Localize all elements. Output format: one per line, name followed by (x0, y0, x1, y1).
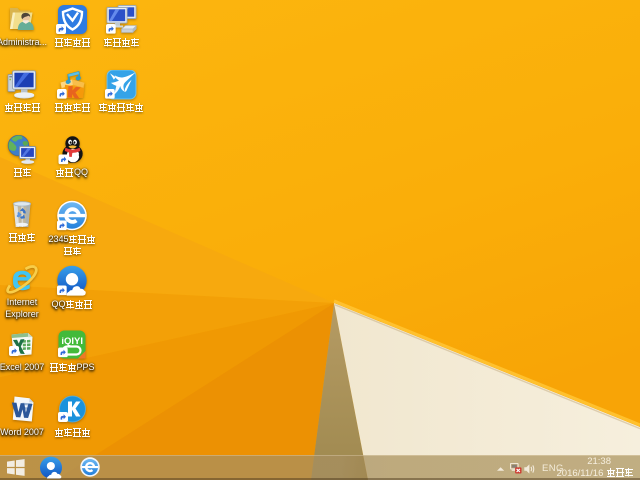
svg-text:iQIYI: iQIYI (61, 336, 83, 347)
